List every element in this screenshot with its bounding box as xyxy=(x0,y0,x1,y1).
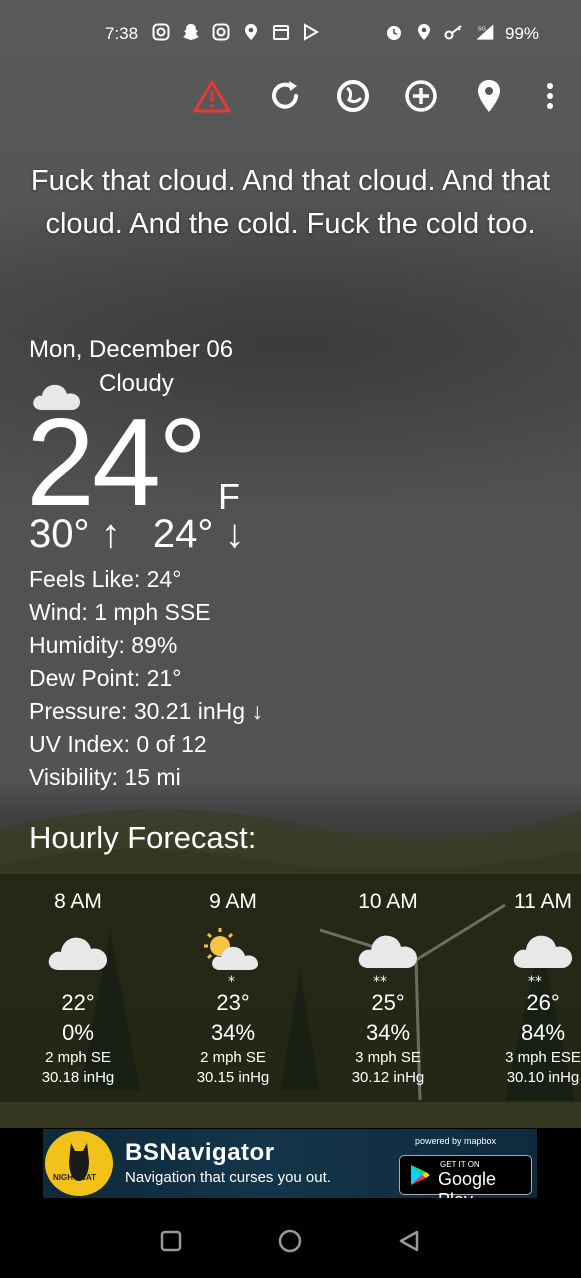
location-pin-icon xyxy=(240,21,262,43)
snapchat-icon xyxy=(180,21,202,43)
theme-button[interactable] xyxy=(331,74,375,118)
hour-precip: 84% xyxy=(520,1020,566,1045)
recents-square-icon xyxy=(160,1230,182,1252)
hour-wind: 2 mph SE xyxy=(45,1049,111,1066)
high-low: 30° ↑ 24° ↓ xyxy=(29,510,245,558)
hour-temp: 23° xyxy=(216,990,250,1015)
night-cat-logo xyxy=(45,1131,113,1196)
status-icons-right: 5G xyxy=(383,21,495,43)
more-vert-icon xyxy=(547,83,553,109)
hour-temp: 26° xyxy=(526,990,560,1015)
hour-precip: 34% xyxy=(210,1020,256,1045)
partly-sunny-snow-icon: * xyxy=(163,926,303,988)
hour-temp: 25° xyxy=(371,990,405,1015)
ad-subtitle: Navigation that curses you out. xyxy=(125,1169,331,1186)
ad-logo-text: NIGHT CAT xyxy=(53,1173,96,1182)
hour-time: 10 AM xyxy=(358,890,418,913)
system-nav-bar xyxy=(0,1200,581,1278)
toolbar xyxy=(0,74,581,120)
more-options-button[interactable] xyxy=(528,74,572,118)
instagram-icon xyxy=(150,21,172,43)
ad-powered-by: powered by mapbox xyxy=(415,1136,497,1146)
hour-pressure: 30.18 inHg xyxy=(41,1069,115,1086)
signal-5g-icon: 5G xyxy=(473,21,495,43)
location-button[interactable] xyxy=(467,74,511,118)
hourly-item[interactable]: 11 AM ** 26° 84% 3 mph ESE 30.10 inHg xyxy=(473,890,581,1088)
snow-cloud-icon: ** xyxy=(318,926,458,988)
hour-wind: 2 mph SE xyxy=(200,1049,266,1066)
svg-text:5G: 5G xyxy=(478,26,486,32)
hourly-title: Hourly Forecast: xyxy=(29,820,257,855)
alarm-icon xyxy=(383,21,405,43)
cloud-icon xyxy=(8,926,148,988)
snow-cloud-icon: ** xyxy=(473,926,581,988)
google-play-badge[interactable]: GET IT ON Google Play xyxy=(399,1155,532,1198)
battery-level: 99% xyxy=(505,24,540,43)
hour-wind: 3 mph ESE xyxy=(505,1049,581,1066)
svg-text:**: ** xyxy=(373,974,387,988)
play-store-icon xyxy=(300,21,322,43)
google-play-small-text: GET IT ON xyxy=(440,1160,480,1169)
current-date: Mon, December 06 xyxy=(29,336,234,363)
high-temp: 30° xyxy=(29,512,90,556)
hour-precip: 34% xyxy=(365,1020,411,1045)
hourly-item[interactable]: 8 AM 22° 0% 2 mph SE 30.18 inHg xyxy=(8,890,148,1088)
home-circle-icon xyxy=(278,1229,302,1253)
home-button[interactable] xyxy=(275,1226,305,1256)
detail-dew-point: Dew Point: 21° xyxy=(29,665,182,691)
hour-temp: 22° xyxy=(61,990,95,1015)
low-arrow: ↓ xyxy=(224,512,245,556)
recents-button[interactable] xyxy=(156,1226,186,1256)
add-location-icon xyxy=(405,80,437,112)
status-bar: 7:38 5G 99% xyxy=(0,0,581,62)
weather-quote: Fuck that cloud. And that cloud. And tha… xyxy=(30,165,551,240)
alert-button[interactable] xyxy=(190,74,234,118)
hour-pressure: 30.10 inHg xyxy=(506,1069,580,1086)
detail-uv-index: UV Index: 0 of 12 xyxy=(29,731,207,757)
hour-pressure: 30.15 inHg xyxy=(196,1069,270,1086)
back-button[interactable] xyxy=(394,1226,424,1256)
detail-visibility: Visibility: 15 mi xyxy=(29,764,181,790)
theme-icon xyxy=(337,80,369,112)
calendar-icon xyxy=(270,21,292,43)
location-pin-icon xyxy=(478,80,500,112)
ad-banner[interactable]: NIGHT CAT BSNavigator Navigation that cu… xyxy=(43,1129,537,1198)
back-triangle-icon xyxy=(399,1230,419,1252)
refresh-icon xyxy=(272,81,298,109)
google-play-icon xyxy=(411,1165,430,1185)
hour-time: 9 AM xyxy=(209,890,257,913)
detail-humidity: Humidity: 89% xyxy=(29,632,178,658)
location-pin-icon xyxy=(413,21,435,43)
hour-pressure: 30.12 inHg xyxy=(351,1069,425,1086)
alert-triangle-icon xyxy=(193,80,231,113)
current-temperature: 24° xyxy=(26,394,208,532)
google-play-text: Google Play xyxy=(438,1169,497,1198)
hour-precip: 0% xyxy=(62,1020,94,1045)
hour-time: 8 AM xyxy=(54,890,102,913)
hour-wind: 3 mph SE xyxy=(355,1049,421,1066)
ad-title: BSNavigator xyxy=(125,1139,275,1166)
detail-wind: Wind: 1 mph SSE xyxy=(29,599,211,625)
high-arrow: ↑ xyxy=(100,512,121,556)
svg-text:**: ** xyxy=(528,974,542,988)
weather-details: Feels Like: 24° Wind: 1 mph SSE Humidity… xyxy=(29,563,263,794)
hourly-item[interactable]: 10 AM ** 25° 34% 3 mph SE 30.12 inHg xyxy=(318,890,458,1088)
svg-text:*: * xyxy=(228,974,235,988)
add-location-button[interactable] xyxy=(399,74,443,118)
status-time: 7:38 xyxy=(105,24,139,43)
instagram-icon xyxy=(210,21,232,43)
key-icon xyxy=(443,21,465,43)
detail-feels-like: Feels Like: 24° xyxy=(29,566,182,592)
refresh-button[interactable] xyxy=(263,74,307,118)
detail-pressure: Pressure: 30.21 inHg ↓ xyxy=(29,698,263,724)
low-temp: 24° xyxy=(152,512,214,556)
hourly-item[interactable]: 9 AM * 23° 34% 2 mph SE 30.15 inHg xyxy=(163,890,303,1088)
status-icons-left xyxy=(150,21,322,43)
hour-time: 11 AM xyxy=(514,890,572,913)
